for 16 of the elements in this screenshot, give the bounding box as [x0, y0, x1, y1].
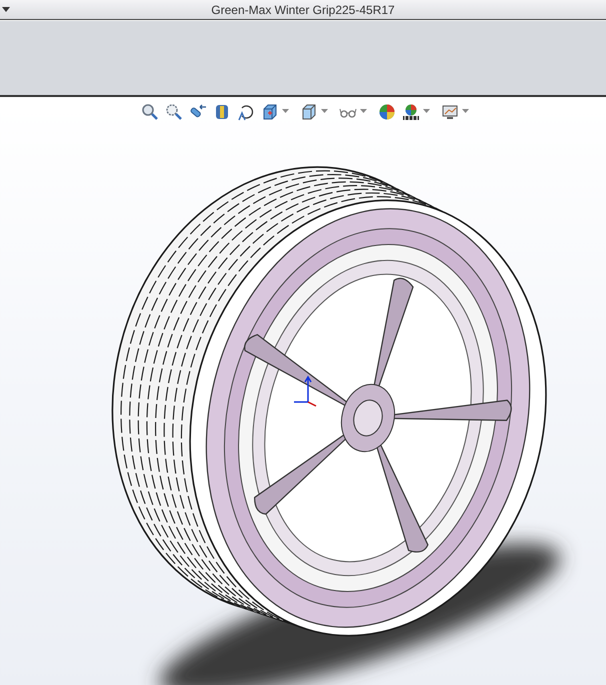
color-wheel-icon	[378, 102, 396, 120]
dropdown-caret-icon[interactable]	[321, 109, 328, 114]
dropdown-caret-icon[interactable]	[423, 109, 430, 114]
shaded-cube-icon	[300, 102, 318, 120]
caret-icon[interactable]	[2, 6, 10, 12]
window-title: Green-Max Winter Grip225-45R17	[211, 2, 395, 18]
axis-triad-icon	[294, 376, 316, 407]
dropdown-caret-icon[interactable]	[462, 109, 469, 114]
zoom-to-fit-icon	[140, 102, 158, 120]
cube-icon	[260, 102, 278, 120]
monitor-icon	[440, 102, 458, 120]
scene-icon	[402, 102, 420, 120]
rotate-view-icon	[236, 102, 254, 120]
zoom-area-icon	[164, 102, 182, 120]
dropdown-caret-icon[interactable]	[360, 109, 367, 114]
dropdown-caret-icon[interactable]	[282, 109, 289, 114]
